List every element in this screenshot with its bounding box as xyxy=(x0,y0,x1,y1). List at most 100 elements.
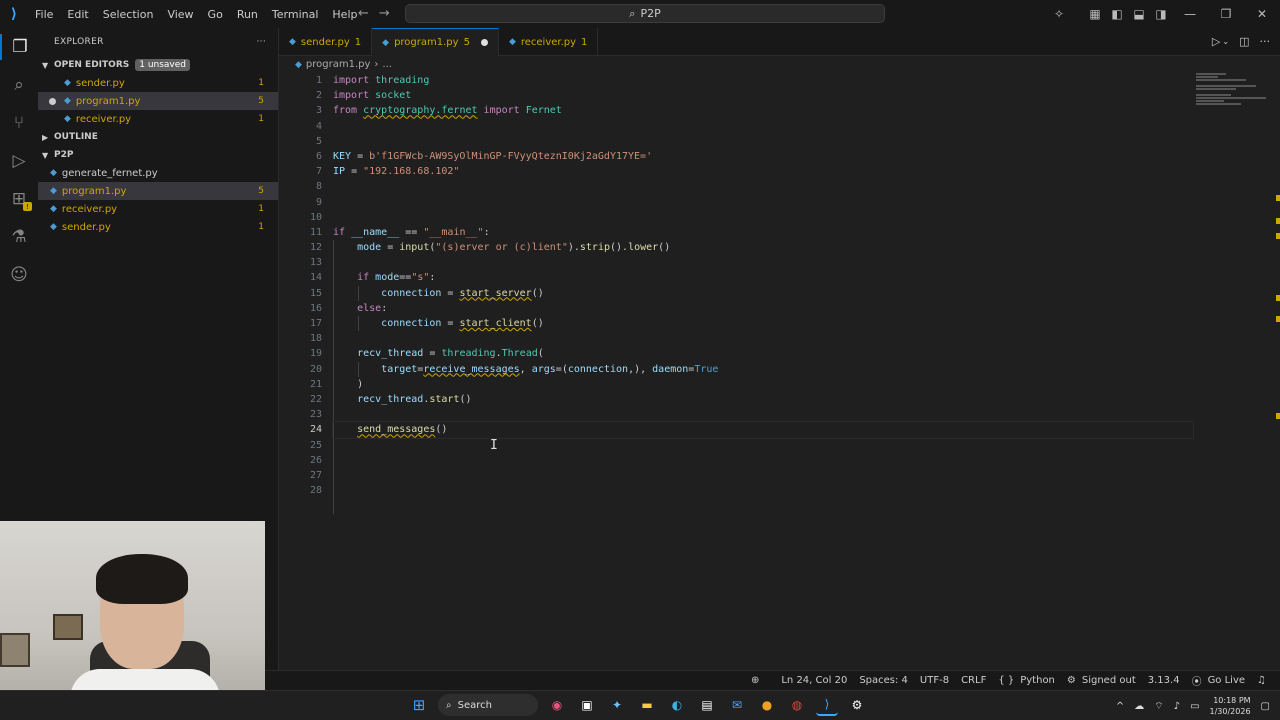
testing-icon[interactable]: ⚗ xyxy=(0,224,38,250)
file-tree-item[interactable]: ◆ program1.py 5 xyxy=(38,182,278,200)
run-dropdown-icon[interactable]: ⌄ xyxy=(1222,37,1229,48)
more-actions-icon[interactable]: ··· xyxy=(1260,35,1271,48)
file-tree-item[interactable]: ◆ sender.py 1 xyxy=(38,218,278,236)
indentation[interactable]: Spaces: 4 xyxy=(853,675,914,686)
code-line[interactable]: connection = start_server() xyxy=(333,286,1193,301)
menu-file[interactable]: File xyxy=(28,8,60,21)
windows-start-icon[interactable]: ⊞ xyxy=(408,694,430,716)
notification-icon[interactable]: ▢ xyxy=(1261,701,1270,712)
extensions-icon[interactable]: ⊞! xyxy=(0,186,38,212)
clock[interactable]: 10:18 PM 1/30/2026 xyxy=(1210,695,1251,717)
chrome-browser-icon[interactable]: ◍ xyxy=(786,694,808,716)
split-editor-icon[interactable]: ◫ xyxy=(1239,35,1249,48)
minimap[interactable] xyxy=(1196,73,1270,113)
search-view-icon[interactable]: ⌕ xyxy=(0,72,38,98)
back-arrow-icon[interactable]: ← xyxy=(358,6,369,21)
encoding[interactable]: UTF-8 xyxy=(914,675,955,686)
vscode-taskbar-icon[interactable]: ⟩ xyxy=(816,694,838,716)
menu-edit[interactable]: Edit xyxy=(60,8,95,21)
notifications-bell-icon[interactable]: ♫ xyxy=(1251,675,1272,686)
code-line[interactable]: else: xyxy=(333,301,1193,316)
language-mode[interactable]: Python xyxy=(1020,675,1061,686)
menu-go[interactable]: Go xyxy=(201,8,230,21)
widgets-icon[interactable]: ◉ xyxy=(546,694,568,716)
code-line[interactable]: if __name__ == "__main__": xyxy=(333,225,1193,240)
microsoft-store-icon[interactable]: ▤ xyxy=(696,694,718,716)
command-center-search[interactable]: ⌕ P2P xyxy=(405,4,885,23)
chevron-up-icon[interactable]: ^ xyxy=(1116,701,1124,712)
code-editor[interactable]: 1 2 3 4 5 6 7 8 9 10 11 12 13 14 15 16 17 18 19 20 21 22 23 24 2… xyxy=(279,73,1280,670)
tab-sender[interactable]: ◆ sender.py 1 xyxy=(279,28,373,56)
task-view-icon[interactable]: ▣ xyxy=(576,694,598,716)
code-line[interactable] xyxy=(333,179,1193,194)
cursor-position[interactable]: Ln 24, Col 20 xyxy=(775,675,853,686)
code-line[interactable]: if mode=="s": xyxy=(333,270,1193,285)
tab-program1[interactable]: ◆ program1.py 5 xyxy=(372,28,499,56)
code-line[interactable]: import threading xyxy=(333,73,1193,88)
go-live-button[interactable]: Go Live xyxy=(1208,675,1251,686)
code-line[interactable]: KEY = b'f1GFWcb-AW9SyOlMinGP-FVyyQteznI0… xyxy=(333,149,1193,164)
end-of-line[interactable]: CRLF xyxy=(955,675,992,686)
mail-icon[interactable]: ✉ xyxy=(726,694,748,716)
menu-selection[interactable]: Selection xyxy=(96,8,161,21)
menu-run[interactable]: Run xyxy=(230,8,265,21)
folder-section[interactable]: ▼ P2P xyxy=(38,146,278,164)
code-line[interactable]: recv_thread = threading.Thread( xyxy=(333,346,1193,361)
code-line[interactable]: mode = input("(s)erver or (c)lient").str… xyxy=(333,240,1193,255)
open-editor-item[interactable]: ◆ sender.py 1 xyxy=(38,74,278,92)
open-editor-item[interactable]: ◆ program1.py 5 xyxy=(38,92,278,110)
close-icon[interactable]: ✕ xyxy=(1244,7,1280,21)
breadcrumb-symbol[interactable]: ... xyxy=(382,59,392,70)
code-line[interactable] xyxy=(333,134,1193,149)
open-editor-item[interactable]: ◆ receiver.py 1 xyxy=(38,110,278,128)
code-line[interactable] xyxy=(333,331,1193,346)
restore-icon[interactable]: ❐ xyxy=(1208,7,1244,21)
file-tree-item[interactable]: ◆ receiver.py 1 xyxy=(38,200,278,218)
code-line[interactable] xyxy=(333,438,1193,453)
onedrive-icon[interactable]: ☁ xyxy=(1134,701,1144,712)
copilot-icon[interactable]: ✧ xyxy=(1048,7,1070,21)
code-line[interactable] xyxy=(333,119,1193,134)
code-line[interactable]: ) xyxy=(333,377,1193,392)
run-file-icon[interactable]: ▷ xyxy=(1212,35,1220,48)
outline-section[interactable]: ▶ OUTLINE xyxy=(38,128,278,146)
code-line[interactable] xyxy=(333,255,1193,270)
toggle-panel-icon[interactable]: ⬓ xyxy=(1128,7,1150,21)
copilot-app-icon[interactable]: ✦ xyxy=(606,694,628,716)
code-line[interactable] xyxy=(333,195,1193,210)
code-line[interactable]: recv_thread.start() xyxy=(333,392,1193,407)
code-line[interactable]: IP = "192.168.68.102" xyxy=(333,164,1193,179)
code-lines[interactable]: import threading import socket from cryp… xyxy=(332,73,1194,498)
run-debug-icon[interactable]: ▷ xyxy=(0,148,38,174)
code-line[interactable] xyxy=(333,453,1193,468)
more-actions-icon[interactable]: ··· xyxy=(257,37,266,47)
brave-browser-icon[interactable]: ● xyxy=(756,694,778,716)
code-line-current[interactable]: send_messages() xyxy=(332,421,1194,439)
battery-icon[interactable]: ▭ xyxy=(1190,701,1199,712)
unsaved-dot-icon[interactable] xyxy=(480,39,488,46)
code-line[interactable] xyxy=(333,468,1193,483)
wifi-icon[interactable]: ⌔ xyxy=(1154,700,1163,713)
explorer-icon[interactable]: ❐ xyxy=(0,34,38,60)
forward-arrow-icon[interactable]: → xyxy=(379,6,390,21)
copilot-chat-icon[interactable]: ☺ xyxy=(0,262,38,288)
tab-receiver[interactable]: ◆ receiver.py 1 xyxy=(499,28,599,56)
edge-browser-icon[interactable]: ◐ xyxy=(666,694,688,716)
toggle-sidebar-icon[interactable]: ◧ xyxy=(1106,7,1128,21)
code-line[interactable]: import socket xyxy=(333,88,1193,103)
file-explorer-icon[interactable]: ▬ xyxy=(636,694,658,716)
zoom-icon[interactable]: ⊕ xyxy=(745,675,765,686)
volume-icon[interactable]: ♪ xyxy=(1174,701,1180,712)
open-editors-section[interactable]: ▼ OPEN EDITORS 1 unsaved xyxy=(38,56,278,74)
layout-customize-icon[interactable]: ▦ xyxy=(1084,7,1106,21)
code-line[interactable] xyxy=(333,483,1193,498)
minimize-icon[interactable]: — xyxy=(1172,7,1208,21)
settings-gear-icon[interactable]: ⚙ xyxy=(846,694,868,716)
code-line[interactable]: target=receive_messages, args=(connectio… xyxy=(333,362,1193,377)
menu-terminal[interactable]: Terminal xyxy=(265,8,326,21)
source-control-icon[interactable]: ⑂ xyxy=(0,110,38,136)
overview-ruler[interactable] xyxy=(1272,73,1280,670)
account-status[interactable]: Signed out xyxy=(1082,675,1142,686)
unsaved-dot-icon[interactable] xyxy=(49,97,56,105)
code-line[interactable] xyxy=(333,210,1193,225)
